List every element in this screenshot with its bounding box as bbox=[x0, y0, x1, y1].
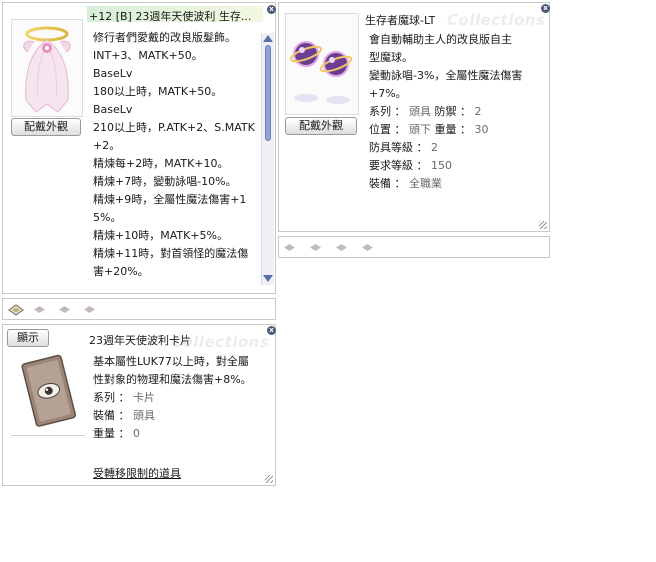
item-description: 會自動輔助主人的改良版自主 型魔球。 變動詠唱-3%，全屬性魔法傷害 +7%。 … bbox=[369, 31, 541, 193]
card-slot-bar bbox=[2, 298, 276, 320]
desc-line: +7%。 bbox=[369, 87, 407, 100]
desc-line: INT+3、MATK+50。 bbox=[93, 49, 203, 62]
prop-value: 150 bbox=[431, 159, 452, 172]
desc-line: 180以上時，MATK+50。 bbox=[93, 85, 223, 98]
prop-value: 30 bbox=[474, 123, 489, 136]
prop-row: 位置 ： 頭下 重量 ： 30 bbox=[369, 121, 541, 139]
desc-line: 精煉+7時，變動詠唱-10%。 bbox=[93, 175, 237, 188]
prop-row: 防具等級 ： 2 bbox=[369, 139, 541, 157]
wear-appearance-button[interactable]: 配戴外觀 bbox=[285, 117, 357, 135]
prop-row: 裝備 ： 全職業 bbox=[369, 175, 541, 193]
card-window: x Collections 顯示 23週年天使波利卡片 基本屬性LUK77以上時… bbox=[2, 324, 276, 486]
magic-orb-icon bbox=[289, 41, 353, 104]
item-image-frame bbox=[11, 19, 83, 117]
prop-row: 要求等級 ： 150 bbox=[369, 157, 541, 175]
prop-label: 要求等級 ： bbox=[369, 159, 428, 172]
item-window-hat: x +12 [B] 23週年天使波利 生存... 配戴外觀 修行者們愛戴的改良版… bbox=[2, 2, 276, 294]
desc-line: +2。 bbox=[93, 139, 121, 152]
desc-line: 精煉+9時，全屬性魔法傷害+1 bbox=[93, 193, 247, 206]
prop-label: 位置 ： bbox=[369, 123, 406, 136]
prop-label: 防具等級 ： bbox=[369, 141, 428, 154]
desc-line: BaseLv bbox=[93, 67, 133, 80]
card-slot-icon[interactable] bbox=[309, 243, 322, 252]
card-slot-icon[interactable] bbox=[361, 243, 374, 252]
prop-value: 頭下 bbox=[409, 123, 431, 136]
prop-value: 卡片 bbox=[133, 391, 155, 404]
scroll-thumb[interactable] bbox=[265, 45, 271, 141]
show-button[interactable]: 顯示 bbox=[7, 329, 49, 347]
angel-poring-hat-icon bbox=[23, 26, 71, 113]
card-image-frame bbox=[11, 349, 85, 435]
item-image-frame bbox=[285, 13, 359, 115]
desc-line: 精煉+10時，MATK+5%。 bbox=[93, 229, 228, 242]
card-slot-icon[interactable] bbox=[335, 243, 348, 252]
prop-value: 2 bbox=[474, 105, 482, 118]
prop-label: 防禦 ： bbox=[434, 105, 472, 118]
wear-appearance-button[interactable]: 配戴外觀 bbox=[11, 118, 81, 136]
prop-value: 2 bbox=[431, 141, 438, 154]
desc-line: 變動詠唱-3%，全屬性魔法傷害 bbox=[369, 69, 523, 82]
scroll-up-icon[interactable] bbox=[263, 35, 273, 42]
card-slot-bar bbox=[278, 236, 550, 258]
desc-line: 精煉+11時，對首領怪的魔法傷 bbox=[93, 247, 249, 260]
desc-line: 修行者們愛戴的改良版髮飾。 bbox=[93, 31, 236, 44]
prop-row: 系列 ： 頭具 防禦 ： 2 bbox=[369, 103, 541, 121]
desc-line: 基本屬性LUK77以上時，對全屬 bbox=[93, 355, 249, 368]
item-title: +12 [B] 23週年天使波利 生存... bbox=[89, 10, 252, 23]
collections-watermark: Collections bbox=[447, 11, 546, 29]
card-slot-icon[interactable] bbox=[33, 305, 46, 314]
desc-line: 精煉每+2時，MATK+10。 bbox=[93, 157, 229, 170]
desc-line: 性對象的物理和魔法傷害+8%。 bbox=[93, 373, 252, 386]
desc-line: 210以上時，P.ATK+2、S.MATK bbox=[93, 121, 255, 134]
prop-row: 系列 ： 卡片 bbox=[93, 389, 269, 407]
card-title: 23週年天使波利卡片 bbox=[89, 334, 191, 347]
prop-value: 0 bbox=[133, 427, 140, 440]
prop-label: 裝備 ： bbox=[93, 409, 130, 422]
item-title: 生存者魔球-LT bbox=[365, 14, 436, 27]
close-icon[interactable]: x bbox=[267, 5, 276, 14]
card-description: 基本屬性LUK77以上時，對全屬 性對象的物理和魔法傷害+8%。 系列 ： 卡片… bbox=[93, 353, 269, 443]
prop-label: 重量 ： bbox=[434, 123, 472, 136]
item-window-orb: x Collections 生存者魔球-LT 配戴外觀 會自動輔助主人的改良版自… bbox=[278, 2, 550, 232]
desc-line: 型魔球。 bbox=[369, 51, 413, 64]
scroll-down-icon[interactable] bbox=[263, 275, 273, 282]
transfer-restriction-link[interactable]: 受轉移限制的道具 bbox=[93, 465, 181, 481]
prop-value: 頭具 bbox=[409, 105, 431, 118]
card-slot-icon[interactable] bbox=[58, 305, 71, 314]
equipped-card-slot-icon[interactable] bbox=[7, 304, 25, 316]
card-slot-icon[interactable] bbox=[83, 305, 96, 314]
prop-label: 系列 ： bbox=[369, 105, 406, 118]
desc-line: BaseLv bbox=[93, 103, 133, 116]
desc-line: 5%。 bbox=[93, 211, 122, 224]
prop-label: 系列 ： bbox=[93, 391, 130, 404]
desc-line: 害+20%。 bbox=[93, 265, 149, 278]
prop-value: 頭具 bbox=[133, 409, 155, 422]
prop-row: 裝備 ： 頭具 bbox=[93, 407, 269, 425]
resize-grip-icon[interactable] bbox=[539, 221, 547, 229]
card-image-underline bbox=[11, 435, 85, 436]
resize-grip-icon[interactable] bbox=[265, 475, 273, 483]
item-description: 修行者們愛戴的改良版髮飾。 INT+3、MATK+50。 BaseLv 180以… bbox=[93, 29, 261, 281]
scrollbar[interactable] bbox=[261, 33, 274, 285]
prop-label: 裝備 ： bbox=[369, 177, 406, 190]
prop-row: 重量 ： 0 bbox=[93, 425, 269, 443]
card-slot-icon[interactable] bbox=[283, 243, 296, 252]
prop-value: 全職業 bbox=[409, 177, 442, 190]
prop-label: 重量 ： bbox=[93, 427, 130, 440]
card-icon bbox=[21, 354, 76, 427]
desc-line: 會自動輔助主人的改良版自主 bbox=[369, 33, 512, 46]
